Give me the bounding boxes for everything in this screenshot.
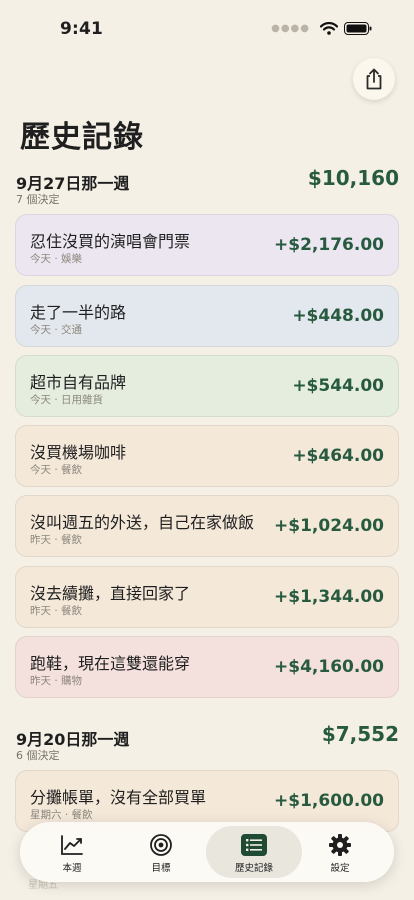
tab-label: 目標 [151, 863, 171, 874]
decision-card[interactable]: 超市自有品牌 今天 · 日用雜貨 +$544.00 [15, 355, 399, 417]
tab-this-week[interactable]: 本週 [28, 826, 116, 878]
wifi-icon [320, 22, 338, 35]
decision-amount: +$2,176.00 [274, 235, 384, 255]
decision-meta: 星期六 · 餐飲 [30, 809, 93, 821]
decision-title: 沒去續攤，直接回家了 [30, 584, 191, 603]
decision-amount: +$464.00 [292, 446, 384, 466]
decision-title: 沒叫週五的外送，自己在家做飯 [30, 513, 255, 532]
decision-amount: +$448.00 [292, 306, 384, 326]
status-bar: 9:41 ●●●● [0, 0, 414, 54]
decision-amount: +$1,024.00 [274, 516, 384, 536]
week-decision-count: 6 個決定 [16, 749, 60, 762]
tab-label: 歷史記錄 [234, 863, 273, 874]
signal-dots-icon: ●●●● [271, 23, 310, 34]
decision-meta: 今天 · 交通 [30, 324, 83, 336]
tab-goals[interactable]: 目標 [117, 826, 205, 878]
decision-card[interactable]: 沒買機場咖啡 今天 · 餐飲 +$464.00 [15, 425, 399, 487]
gear-icon [329, 834, 351, 856]
decision-meta: 昨天 · 購物 [30, 675, 83, 687]
decision-meta: 今天 · 餐飲 [30, 464, 83, 476]
battery-icon [344, 22, 372, 35]
decision-title: 忍住沒買的演唱會門票 [30, 232, 191, 251]
decision-meta: 昨天 · 餐飲 [30, 605, 83, 617]
decision-title: 走了一半的路 [30, 303, 127, 322]
week-header: 9月27日那一週 7 個決定 $10,160 [16, 166, 399, 210]
status-indicators: ●●●● [271, 22, 372, 35]
decision-title: 跑鞋，現在這雙還能穿 [30, 654, 191, 673]
target-icon [150, 834, 172, 856]
tab-history[interactable]: 歷史記錄 [206, 826, 302, 878]
tab-label: 設定 [330, 863, 350, 874]
decision-card[interactable]: 走了一半的路 今天 · 交通 +$448.00 [15, 285, 399, 347]
week-decision-count: 7 個決定 [16, 193, 60, 206]
week-header: 9月20日那一週 6 個決定 $7,552 [16, 722, 399, 766]
decision-amount: +$1,344.00 [274, 587, 384, 607]
decision-title: 超市自有品牌 [30, 373, 127, 392]
decision-card[interactable]: 沒去續攤，直接回家了 昨天 · 餐飲 +$1,344.00 [15, 566, 399, 628]
decision-amount: +$4,160.00 [274, 657, 384, 677]
week-total: $10,160 [307, 166, 399, 190]
trend-chart-icon [61, 835, 83, 855]
decision-card[interactable]: 跑鞋，現在這雙還能穿 昨天 · 購物 +$4,160.00 [15, 636, 399, 698]
page-title: 歷史記錄 [20, 120, 144, 155]
week-total: $7,552 [321, 722, 399, 746]
decision-meta: 昨天 · 餐飲 [30, 534, 83, 546]
tab-label: 本週 [62, 863, 82, 874]
history-list-icon [241, 834, 267, 856]
decision-amount: +$1,600.00 [274, 791, 384, 811]
share-icon [366, 68, 382, 90]
decision-card[interactable]: 沒叫週五的外送，自己在家做飯 昨天 · 餐飲 +$1,024.00 [15, 495, 399, 557]
tab-bar: 本週 目標 歷史記錄 設定 [20, 822, 394, 882]
status-time: 9:41 [60, 19, 104, 39]
share-button[interactable] [353, 58, 395, 100]
decision-title: 分攤帳單，沒有全部買單 [30, 788, 207, 807]
decision-meta: 今天 · 娛樂 [30, 253, 83, 265]
decision-card[interactable]: 忍住沒買的演唱會門票 今天 · 娛樂 +$2,176.00 [15, 214, 399, 276]
tab-settings[interactable]: 設定 [296, 826, 384, 878]
decision-title: 沒買機場咖啡 [30, 443, 127, 462]
decision-meta: 今天 · 日用雜貨 [30, 394, 104, 406]
decision-amount: +$544.00 [292, 376, 384, 396]
